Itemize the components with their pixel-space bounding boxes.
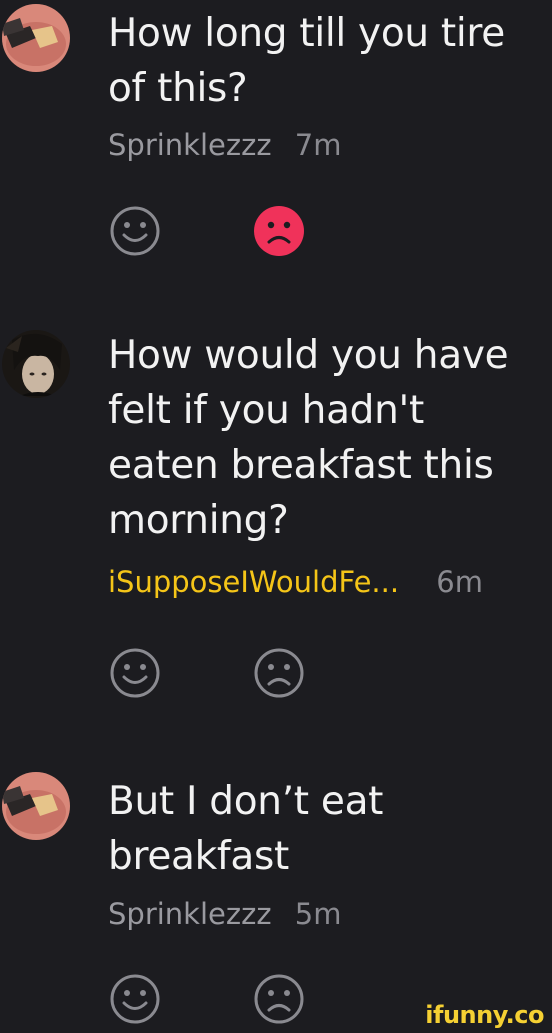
comment-line: breakfast	[108, 834, 289, 879]
comment-line: But I don’t eat	[108, 779, 384, 824]
username-link[interactable]: Sprinklezzz	[108, 128, 272, 162]
comment-item: How would you have felt if you hadn't ea…	[0, 320, 552, 760]
comment-item: But I don’t eat breakfast Sprinklezzz 5m	[0, 760, 552, 1033]
comment-line: of this?	[108, 66, 248, 111]
comment-item: How long till you tire of this? Sprinkle…	[0, 0, 552, 320]
comment-line: How long till you tire	[108, 11, 505, 56]
comment-text: How would you have felt if you hadn't ea…	[108, 328, 509, 548]
comment-line: eaten breakfast this	[108, 443, 494, 488]
frown-icon[interactable]	[252, 972, 306, 1026]
meme-avatar-icon	[2, 772, 70, 840]
frown-icon-active[interactable]	[252, 204, 306, 258]
timestamp: 6m	[436, 565, 483, 599]
avatar[interactable]	[2, 772, 70, 840]
profile-photo-avatar	[2, 330, 70, 398]
frown-icon[interactable]	[252, 646, 306, 700]
comment-line: felt if you hadn't	[108, 388, 424, 433]
timestamp: 5m	[294, 897, 342, 931]
comment-meta: iSupposeIWouldFe... 6m	[108, 565, 483, 599]
ifunny-watermark: ifunny.co	[425, 1001, 544, 1029]
avatar[interactable]	[2, 330, 70, 398]
comment-meta: Sprinklezzz 5m	[108, 897, 341, 931]
smile-icon[interactable]	[108, 204, 162, 258]
comment-line: morning?	[108, 498, 289, 543]
meme-avatar-icon	[2, 4, 70, 72]
comment-line: How would you have	[108, 333, 509, 378]
comment-meta: Sprinklezzz 7m	[108, 128, 341, 162]
comment-text: How long till you tire of this?	[108, 6, 505, 116]
comment-text: But I don’t eat breakfast	[108, 774, 383, 884]
smile-icon[interactable]	[108, 646, 162, 700]
avatar[interactable]	[2, 4, 70, 72]
timestamp: 7m	[294, 128, 342, 162]
smile-icon[interactable]	[108, 972, 162, 1026]
username-link[interactable]: Sprinklezzz	[108, 897, 272, 931]
username-link[interactable]: iSupposeIWouldFe...	[108, 565, 399, 599]
